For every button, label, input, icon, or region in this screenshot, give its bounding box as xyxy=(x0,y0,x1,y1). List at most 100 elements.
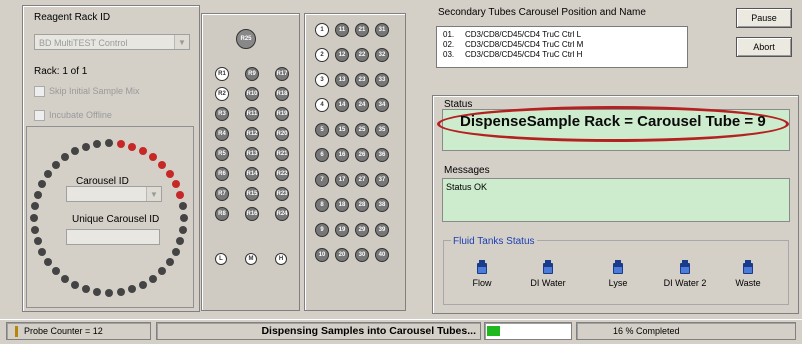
rack-position-r21[interactable]: R21 xyxy=(275,147,289,161)
tank-icon xyxy=(543,260,553,274)
tube-position-14[interactable]: 14 xyxy=(335,98,349,112)
rack-position-r23[interactable]: R23 xyxy=(275,187,289,201)
tube-position-25[interactable]: 25 xyxy=(355,123,369,137)
tube-list-row[interactable]: 03. CD3/CD8/CD45/CD4 TruC Ctrl H xyxy=(443,50,681,60)
rack-position-r5[interactable]: R5 xyxy=(215,147,229,161)
rack-position-r22[interactable]: R22 xyxy=(275,167,289,181)
tubes-header: Secondary Tubes Carousel Position and Na… xyxy=(438,7,646,18)
rack-position-r18[interactable]: R18 xyxy=(275,87,289,101)
rack-position-r10[interactable]: R10 xyxy=(245,87,259,101)
tube-list-row[interactable]: 01. CD3/CD8/CD45/CD4 TruC Ctrl L xyxy=(443,30,681,40)
tube-position-7[interactable]: 7 xyxy=(315,173,329,187)
tube-position-18[interactable]: 18 xyxy=(335,198,349,212)
messages-display[interactable]: Status OK xyxy=(442,178,790,222)
tube-position-12[interactable]: 12 xyxy=(335,48,349,62)
tubes-list[interactable]: 01. CD3/CD8/CD45/CD4 TruC Ctrl L 02. CD3/CD… xyxy=(436,26,688,68)
tube-position-28[interactable]: 28 xyxy=(355,198,369,212)
carousel-position xyxy=(179,225,188,234)
rack-position-r16[interactable]: R16 xyxy=(245,207,259,221)
tube-position-33[interactable]: 33 xyxy=(375,73,389,87)
rack-position-r24[interactable]: R24 xyxy=(275,207,289,221)
tube-number: 01. xyxy=(443,30,455,39)
rack-position-r20[interactable]: R20 xyxy=(275,127,289,141)
tube-position-20[interactable]: 20 xyxy=(335,248,349,262)
tube-position-31[interactable]: 31 xyxy=(375,23,389,37)
tube-position-15[interactable]: 15 xyxy=(335,123,349,137)
tube-position-26[interactable]: 26 xyxy=(355,148,369,162)
rack-position-r15[interactable]: R15 xyxy=(245,187,259,201)
rack-position-r13[interactable]: R13 xyxy=(245,147,259,161)
tube-position-4[interactable]: 4 xyxy=(315,98,329,112)
tube-position-22[interactable]: 22 xyxy=(355,48,369,62)
tube-position-34[interactable]: 34 xyxy=(375,98,389,112)
tube-position-8[interactable]: 8 xyxy=(315,198,329,212)
rack-position-r12[interactable]: R12 xyxy=(245,127,259,141)
tube-position-2[interactable]: 2 xyxy=(315,48,329,62)
rack-position-r14[interactable]: R14 xyxy=(245,167,259,181)
tube-position-24[interactable]: 24 xyxy=(355,98,369,112)
rack-position-r17[interactable]: R17 xyxy=(275,67,289,81)
rack-position-r2[interactable]: R2 xyxy=(215,87,229,101)
rack-position-r9[interactable]: R9 xyxy=(245,67,259,81)
skip-mix-label: Skip Initial Sample Mix xyxy=(49,86,140,96)
tube-position-11[interactable]: 11 xyxy=(335,23,349,37)
tube-position-39[interactable]: 39 xyxy=(375,223,389,237)
tube-position-3[interactable]: 3 xyxy=(315,73,329,87)
tube-position-6[interactable]: 6 xyxy=(315,148,329,162)
abort-button[interactable]: Abort xyxy=(736,37,792,57)
tube-position-32[interactable]: 32 xyxy=(375,48,389,62)
pause-button[interactable]: Pause xyxy=(736,8,792,28)
carousel-position xyxy=(33,237,42,246)
rack-position-l[interactable]: L xyxy=(215,253,227,265)
progress-bar xyxy=(484,322,572,340)
tube-position-16[interactable]: 16 xyxy=(335,148,349,162)
incubate-offline-checkbox[interactable]: Incubate Offline xyxy=(34,110,112,122)
rack-position-r19[interactable]: R19 xyxy=(275,107,289,121)
tube-position-1[interactable]: 1 xyxy=(315,23,329,37)
carousel-position xyxy=(139,280,148,289)
rack-position-r6[interactable]: R6 xyxy=(215,167,229,181)
tank-di-water: DI Water xyxy=(518,260,578,288)
tube-position-17[interactable]: 17 xyxy=(335,173,349,187)
rack-position-r7[interactable]: R7 xyxy=(215,187,229,201)
tube-position-10[interactable]: 10 xyxy=(315,248,329,262)
tube-position-38[interactable]: 38 xyxy=(375,198,389,212)
rack-position-h[interactable]: H xyxy=(275,253,287,265)
rack-position-r1[interactable]: R1 xyxy=(215,67,229,81)
rack-position-r11[interactable]: R11 xyxy=(245,107,259,121)
rack-position-m[interactable]: M xyxy=(245,253,257,265)
tube-position-21[interactable]: 21 xyxy=(355,23,369,37)
tank-icon xyxy=(680,260,690,274)
rack-position-r4[interactable]: R4 xyxy=(215,127,229,141)
messages-label: Messages xyxy=(444,165,490,176)
tube-position-40[interactable]: 40 xyxy=(375,248,389,262)
chevron-down-icon[interactable]: ▼ xyxy=(174,35,189,49)
tube-position-5[interactable]: 5 xyxy=(315,123,329,137)
tube-position-27[interactable]: 27 xyxy=(355,173,369,187)
tube-position-13[interactable]: 13 xyxy=(335,73,349,87)
tube-position-36[interactable]: 36 xyxy=(375,148,389,162)
rack-position-r8[interactable]: R8 xyxy=(215,207,229,221)
tube-position-30[interactable]: 30 xyxy=(355,248,369,262)
checkbox-icon[interactable] xyxy=(34,86,45,98)
tube-position-35[interactable]: 35 xyxy=(375,123,389,137)
rack-position-r3[interactable]: R3 xyxy=(215,107,229,121)
tube-position-37[interactable]: 37 xyxy=(375,173,389,187)
tube-list-row[interactable]: 02. CD3/CD8/CD45/CD4 TruC Ctrl M xyxy=(443,40,681,50)
tube-position-19[interactable]: 19 xyxy=(335,223,349,237)
tube-position-9[interactable]: 9 xyxy=(315,223,329,237)
skip-mix-checkbox[interactable]: Skip Initial Sample Mix xyxy=(34,86,140,98)
tube-position-29[interactable]: 29 xyxy=(355,223,369,237)
tank-flow: Flow xyxy=(452,260,512,288)
probe-icon xyxy=(15,326,18,338)
unique-carousel-id-input[interactable] xyxy=(66,229,160,245)
carousel-id-select[interactable]: ▼ xyxy=(66,186,162,202)
tube-position-23[interactable]: 23 xyxy=(355,73,369,87)
carousel-position xyxy=(30,225,39,234)
reagent-rack-select[interactable]: BD MultiTEST Control ▼ xyxy=(34,34,190,50)
status-text: DispenseSample Rack = Carousel Tube = 9 xyxy=(460,113,766,130)
chevron-down-icon[interactable]: ▼ xyxy=(146,187,161,201)
rack-position-r25[interactable]: R25 xyxy=(236,29,256,49)
tank-label: Flow xyxy=(472,278,492,288)
checkbox-icon[interactable] xyxy=(34,110,45,122)
